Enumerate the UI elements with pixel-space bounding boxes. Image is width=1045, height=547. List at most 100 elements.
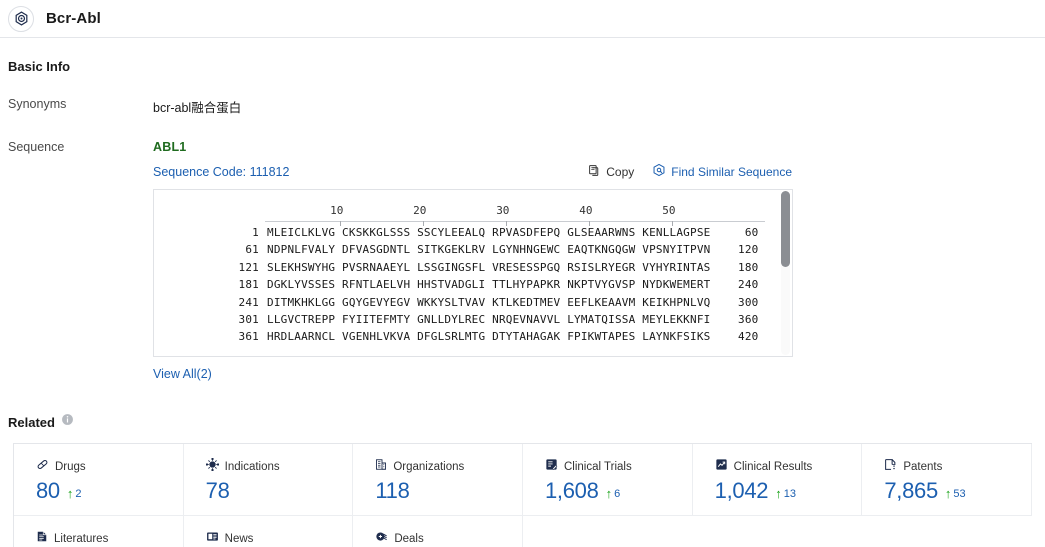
sequence-viewer-inner: 10 20 30 40 50 1 MLEICLKLVG CKSKKGLSSS SSCYLE… — [154, 190, 792, 348]
sequence-code: Sequence Code: 111812 — [153, 164, 290, 179]
sequence-scrollbar[interactable] — [781, 191, 790, 355]
related-card-label: Clinical Trials — [564, 461, 632, 473]
ruler-tick-mark — [339, 221, 341, 226]
sequence-line-start: 301 — [238, 312, 259, 326]
synonyms-row: Synonyms bcr-abl融合蛋白 — [0, 97, 1045, 116]
ruler-tick-mark — [505, 221, 507, 226]
ruler-tick-label: 40 — [579, 204, 593, 217]
related-card-delta-value: 2 — [75, 487, 82, 500]
sequence-line-residues: SLEKHSWYHG PVSRNAAEYL LSSGINGSFL VRESESS… — [267, 260, 711, 274]
related-card-value: 1,042 — [714, 478, 769, 503]
sequence-line-start: 1 — [252, 226, 259, 239]
related-card-delta: ↑ 13 — [775, 487, 796, 500]
related-heading: Related — [8, 414, 55, 430]
related-card-delta-value: 6 — [614, 487, 621, 500]
related-card-head: Indications — [205, 457, 353, 476]
related-card-value-row: 7,865 ↑ 53 — [884, 478, 1031, 504]
synonyms-value: bcr-abl融合蛋白 — [153, 101, 242, 115]
sequence-line-residues: LLGVCTREPP FYIITEFMTY GNLLDYLREC NRQEVNA… — [267, 312, 711, 326]
patent-icon — [884, 458, 897, 476]
find-similar-sequence-button[interactable]: Find Similar Sequence — [652, 163, 792, 180]
arrow-up-icon: ↑ — [66, 486, 74, 501]
related-card-value: 80 — [36, 478, 60, 503]
related-card-delta: ↑ 53 — [945, 487, 966, 500]
related-card-head: Deals — [375, 530, 522, 547]
copy-button[interactable]: Copy — [588, 164, 634, 180]
ruler-tick-mark — [671, 221, 673, 226]
copy-icon — [588, 164, 601, 180]
pill-icon — [36, 458, 49, 476]
virus-icon — [205, 457, 219, 476]
sequence-row: Sequence ABL1 Sequence Code: 111812 Copy… — [0, 140, 1045, 383]
related-card-clinical-results[interactable]: Clinical Results 1,042 ↑ 13 — [692, 444, 863, 516]
synonyms-label: Synonyms — [8, 97, 67, 111]
sequence-line-residues: MLEICLKLVG CKSKKGLSSS SSCYLEEALQ RPVASDF… — [267, 226, 711, 239]
sequence-line-end: 240 — [738, 278, 759, 292]
find-similar-icon — [652, 163, 666, 180]
sequence-line: 361 HRDLAARNCL VGENHLVKVA DFGLSRLMTG DTYT… — [154, 330, 792, 347]
info-icon[interactable] — [61, 413, 74, 431]
related-card-value-row: 78 — [206, 478, 353, 504]
related-cards-grid: Drugs 80 ↑ 2 Indications 78 Organizations 118 Cl… — [13, 443, 1032, 547]
related-card-literatures[interactable]: Literatures7,540 — [14, 516, 184, 547]
deal-icon — [375, 530, 388, 547]
related-card-deals[interactable]: Deals16 — [353, 516, 523, 547]
related-card-head: News — [206, 530, 353, 547]
basic-info-heading: Basic Info — [8, 59, 71, 74]
related-card-indications[interactable]: Indications 78 — [183, 444, 354, 516]
related-card-head: Organizations — [375, 458, 522, 476]
sequence-actions: Copy Find Similar Sequence — [588, 163, 1045, 180]
related-card-label: Patents — [903, 461, 943, 473]
sequence-lines: 1 MLEICLKLVG CKSKKGLSSS SSCYLEEALQ RPVASD… — [154, 226, 792, 348]
sequence-line: 121 SLEKHSWYHG PVSRNAAEYL LSSGINGSFL VRES… — [154, 261, 792, 278]
sequence-line-end: 60 — [744, 226, 759, 239]
sequence-ruler: 10 20 30 40 50 — [265, 202, 765, 226]
related-card-news[interactable]: News156↑7 — [184, 516, 354, 547]
related-card-clinical-trials[interactable]: Clinical Trials 1,608 ↑ 6 — [523, 444, 693, 516]
related-card-head: Clinical Trials — [545, 458, 692, 476]
page-title: Bcr-Abl — [46, 10, 101, 27]
sequence-line-end: 180 — [738, 260, 759, 274]
sequence-line-start: 61 — [245, 243, 259, 257]
related-card-patents[interactable]: Patents 7,865 ↑ 53 — [862, 444, 1032, 516]
gene-name: ABL1 — [153, 140, 187, 154]
copy-label: Copy — [606, 164, 635, 179]
related-card-value-row: 1,608 ↑ 6 — [545, 478, 692, 504]
sequence-line-residues: NDPNLFVALY DFVASGDNTL SITKGEKLRV LGYNHNG… — [267, 243, 711, 257]
related-card-value: 7,865 — [884, 478, 938, 503]
related-card-value-row: 1,042 ↑ 13 — [715, 478, 862, 504]
ruler-tick-label: 10 — [330, 204, 344, 217]
ruler-tick-label: 20 — [413, 204, 427, 217]
related-card-head: Literatures — [36, 530, 183, 547]
related-card-label: Organizations — [393, 461, 465, 473]
related-card-delta-value: 53 — [953, 487, 966, 500]
sequence-line-end: 120 — [738, 243, 759, 257]
related-card-label: News — [224, 533, 254, 545]
building-icon — [375, 458, 387, 476]
sequence-line-end: 420 — [738, 330, 759, 344]
sequence-line-residues: DITMKHKLGG GQYGEVYEGV WKKYSLTVAV KTLKEDT… — [267, 295, 711, 309]
sequence-line: 301 LLGVCTREPP FYIITEFMTY GNLLDYLREC NRQE… — [154, 313, 792, 330]
sequence-line-start: 361 — [238, 330, 259, 344]
related-card-head: Clinical Results — [715, 458, 862, 476]
related-card-label: Literatures — [54, 533, 109, 545]
target-icon — [8, 5, 34, 32]
arrow-up-icon: ↑ — [775, 486, 782, 501]
related-card-drugs[interactable]: Drugs 80 ↑ 2 — [14, 444, 184, 516]
related-card-head: Patents — [884, 458, 1031, 476]
sequence-line: 61 NDPNLFVALY DFVASGDNTL SITKGEKLRV LGYNH… — [154, 243, 792, 260]
view-all-link[interactable]: View All(2) — [153, 367, 212, 381]
sequence-line-end: 360 — [738, 312, 759, 326]
arrow-up-icon: ↑ — [944, 486, 952, 501]
sequence-scrollbar-thumb[interactable] — [781, 191, 790, 267]
literature-icon — [36, 530, 48, 547]
related-card-value: 118 — [375, 478, 410, 503]
related-card-label: Deals — [394, 533, 424, 545]
related-card-value-row: 80 ↑ 2 — [36, 478, 183, 504]
related-card-organizations[interactable]: Organizations 118 — [353, 444, 523, 516]
sequence-viewer[interactable]: 10 20 30 40 50 1 MLEICLKLVG CKSKKGLSSS SSCYLE… — [153, 189, 793, 357]
related-card-label: Indications — [224, 461, 280, 473]
related-card-label: Drugs — [55, 461, 86, 473]
sequence-line: 241 DITMKHKLGG GQYGEVYEGV WKKYSLTVAV KTLK… — [154, 296, 792, 313]
sequence-line-end: 300 — [738, 295, 759, 309]
